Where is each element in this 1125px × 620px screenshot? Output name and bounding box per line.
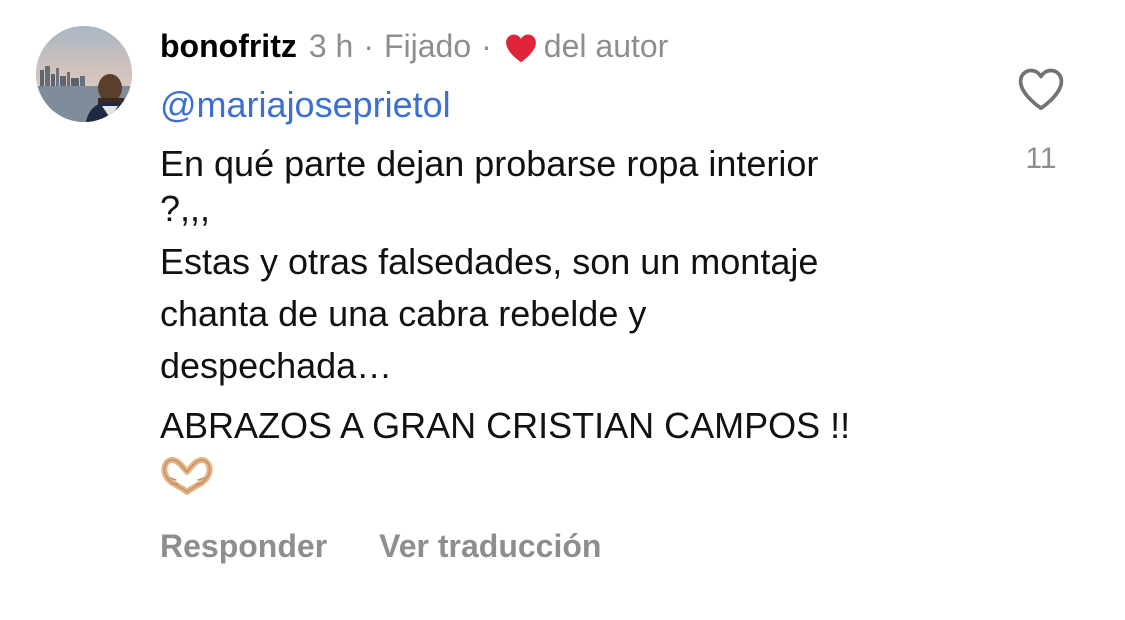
- comment-line: despechada…: [160, 345, 393, 386]
- pinned-label: Fijado: [383, 28, 472, 64]
- timestamp: 3 h: [308, 28, 354, 64]
- comment-line: ?,,,: [160, 188, 211, 229]
- heart-filled-icon: [504, 32, 538, 64]
- author-liked-label: del autor: [543, 28, 669, 64]
- like-count: 11: [1025, 142, 1057, 175]
- translate-button[interactable]: Ver traducción: [379, 528, 601, 565]
- heart-outline-icon[interactable]: [1016, 66, 1066, 112]
- comment-body: En qué parte dejan probarse ropa interio…: [160, 138, 990, 452]
- heart-hands-emoji: [160, 456, 214, 496]
- avatar[interactable]: [36, 26, 132, 122]
- comment-line: chanta de una cabra rebelde y: [160, 293, 647, 334]
- comment-meta: bonofritz 3 h · Fijado · del autor: [160, 26, 668, 66]
- avatar-image: [36, 26, 132, 122]
- mention-link[interactable]: @mariajoseprietol: [160, 82, 451, 128]
- separator-dot: ·: [481, 28, 492, 64]
- comment-line: ABRAZOS A GRAN CRISTIAN CAMPOS !!: [160, 405, 851, 446]
- separator-dot: ·: [363, 28, 374, 64]
- comment-line: En qué parte dejan probarse ropa interio…: [160, 143, 819, 184]
- comment-actions: Responder Ver traducción: [160, 522, 601, 570]
- reply-button[interactable]: Responder: [160, 528, 327, 565]
- comment-line: Estas y otras falsedades, son un montaje: [160, 241, 819, 282]
- username-link[interactable]: bonofritz: [160, 26, 297, 66]
